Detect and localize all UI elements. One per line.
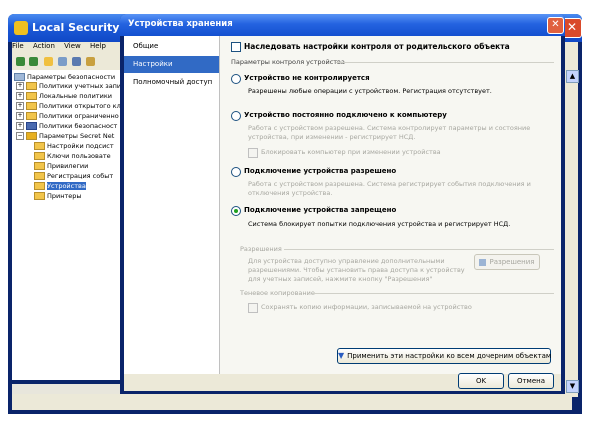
show-tree-icon[interactable]	[58, 57, 67, 66]
option-always-connected-desc-1: Работа с устройством разрешена. Система …	[248, 124, 531, 132]
collapse-icon[interactable]: −	[16, 132, 24, 140]
secret-net-icon	[26, 132, 37, 140]
folder-icon	[34, 152, 45, 160]
expand-icon[interactable]: +	[16, 102, 24, 110]
params-group-label: Параметры контроля устройства	[231, 58, 345, 66]
dialog-nav-pane: Общие Настройки Полномочный доступ	[124, 36, 220, 374]
radio-connection-denied[interactable]	[231, 206, 241, 216]
tree-item[interactable]: + Политики безопасност	[16, 122, 117, 131]
menu-help[interactable]: Help	[90, 42, 106, 50]
cancel-button[interactable]: Отмена	[508, 373, 554, 389]
permissions-text-3: для учетных записей, нажмите кнопку "Раз…	[248, 275, 433, 283]
inherit-label: Наследовать настройки контроля от родите…	[244, 42, 510, 51]
folder-icon	[34, 172, 45, 180]
folder-icon	[26, 92, 37, 100]
menu-file[interactable]: File	[12, 42, 24, 50]
tree-item[interactable]: Привилегии	[34, 162, 88, 171]
mmc-menu-bar: File Action View Help	[12, 42, 122, 54]
tree-item[interactable]: + Политики открытого кл	[16, 102, 121, 111]
radio-always-connected[interactable]	[231, 111, 241, 121]
dialog-close-icon[interactable]: ✕	[547, 17, 564, 34]
apply-to-children-button[interactable]: ▼ Применить эти настройки ко всем дочерни…	[337, 348, 551, 364]
permissions-divider	[284, 249, 554, 250]
up-folder-icon[interactable]	[44, 57, 53, 66]
tree-item[interactable]: Регистрация событ	[34, 172, 113, 181]
mmc-toolbar	[12, 54, 122, 70]
ok-button[interactable]: OK	[458, 373, 504, 389]
option-not-controlled-label: Устройство не контролируется	[244, 74, 370, 82]
permissions-text-1: Для устройства доступно управление допол…	[248, 257, 445, 265]
console-tree: Параметры безопасности + Политики учетных…	[12, 70, 123, 380]
scroll-up-icon[interactable]: ▲	[566, 70, 579, 83]
forward-icon[interactable]	[29, 57, 38, 66]
lock-computer-label: Блокировать компьютер при изменении устр…	[261, 148, 441, 156]
expand-icon[interactable]: +	[16, 92, 24, 100]
folder-icon	[26, 112, 37, 120]
users-icon	[479, 258, 487, 266]
option-connection-allowed-desc-2: отключения устройства.	[248, 189, 333, 197]
permissions-button[interactable]: Разрешения	[474, 254, 540, 270]
nav-mandatory-access[interactable]: Полномочный доступ	[124, 74, 219, 91]
folder-icon	[34, 182, 45, 190]
radio-connection-allowed[interactable]	[231, 167, 241, 177]
nav-settings[interactable]: Настройки	[124, 56, 219, 73]
group-divider	[336, 62, 554, 63]
details-vertical-scrollbar[interactable]: ▲ ▼	[565, 42, 579, 397]
inherit-checkbox[interactable]	[231, 42, 241, 52]
settings-content: Наследовать настройки контроля от родите…	[220, 36, 561, 374]
security-folder-icon	[26, 122, 37, 130]
tree-item[interactable]: Настройки подсист	[34, 142, 114, 151]
tree-item[interactable]: + Политики ограниченно	[16, 112, 119, 121]
apply-down-icon: ▼	[338, 351, 345, 360]
option-connection-denied-label: Подключение устройства запрещено	[244, 206, 397, 214]
mmc-close-icon[interactable]: ✕	[562, 18, 582, 38]
scroll-down-icon[interactable]: ▼	[566, 380, 579, 393]
option-connection-allowed-desc-1: Работа с устройством разрешена. Система …	[248, 180, 531, 188]
tree-item[interactable]: + Локальные политики	[16, 92, 112, 101]
tree-item[interactable]: − Параметры Secret Net	[16, 132, 114, 141]
tree-item[interactable]: Параметры безопасности	[14, 73, 115, 82]
option-not-controlled-desc: Разрешены любые операции с устройством. …	[248, 87, 492, 95]
expand-icon[interactable]: +	[16, 112, 24, 120]
option-connection-allowed-label: Подключение устройства разрешено	[244, 167, 397, 175]
expand-icon[interactable]: +	[16, 122, 24, 130]
dialog-title-bar[interactable]: Устройства хранения	[120, 14, 565, 36]
shadow-copy-checkbox[interactable]	[248, 303, 258, 313]
folder-icon	[26, 102, 37, 110]
tree-item[interactable]: + Политики учетных запи	[16, 82, 121, 91]
shadow-divider	[312, 293, 554, 294]
tree-item[interactable]: Принтеры	[34, 192, 82, 201]
lock-computer-checkbox[interactable]	[248, 148, 258, 158]
option-always-connected-desc-2: устройства, при изменении - регистрирует…	[248, 133, 416, 141]
option-connection-denied-desc: Система блокирует попытки подключения ус…	[248, 220, 511, 228]
tree-horizontal-scrollbar[interactable]	[12, 384, 122, 394]
folder-icon	[34, 162, 45, 170]
folder-icon	[34, 142, 45, 150]
export-icon[interactable]	[72, 57, 81, 66]
permissions-group-label: Разрешения	[240, 245, 282, 253]
radio-not-controlled[interactable]	[231, 74, 241, 84]
folder-icon	[26, 82, 37, 90]
dialog-title: Устройства хранения	[128, 19, 233, 29]
nav-general[interactable]: Общие	[124, 38, 219, 55]
desktop: Local Security Settings ✕ File Action Vi…	[0, 0, 591, 428]
shadow-copy-label: Сохранять копию информации, записываемой…	[261, 303, 472, 311]
tree-item-selected[interactable]: Устройства	[34, 182, 86, 191]
computer-icon	[14, 73, 25, 81]
properties-icon[interactable]	[86, 57, 95, 66]
folder-icon	[34, 192, 45, 200]
option-always-connected-label: Устройство постоянно подключено к компью…	[244, 111, 447, 119]
tree-item[interactable]: Ключи пользовате	[34, 152, 111, 161]
mmc-status-bar	[12, 394, 572, 410]
shadow-group-label: Теневое копирование	[240, 289, 315, 297]
menu-action[interactable]: Action	[33, 42, 55, 50]
back-icon[interactable]	[16, 57, 25, 66]
security-settings-icon	[14, 21, 28, 35]
expand-icon[interactable]: +	[16, 82, 24, 90]
permissions-text-2: разрешениями. Чтобы установить права дос…	[248, 266, 465, 274]
menu-view[interactable]: View	[64, 42, 81, 50]
